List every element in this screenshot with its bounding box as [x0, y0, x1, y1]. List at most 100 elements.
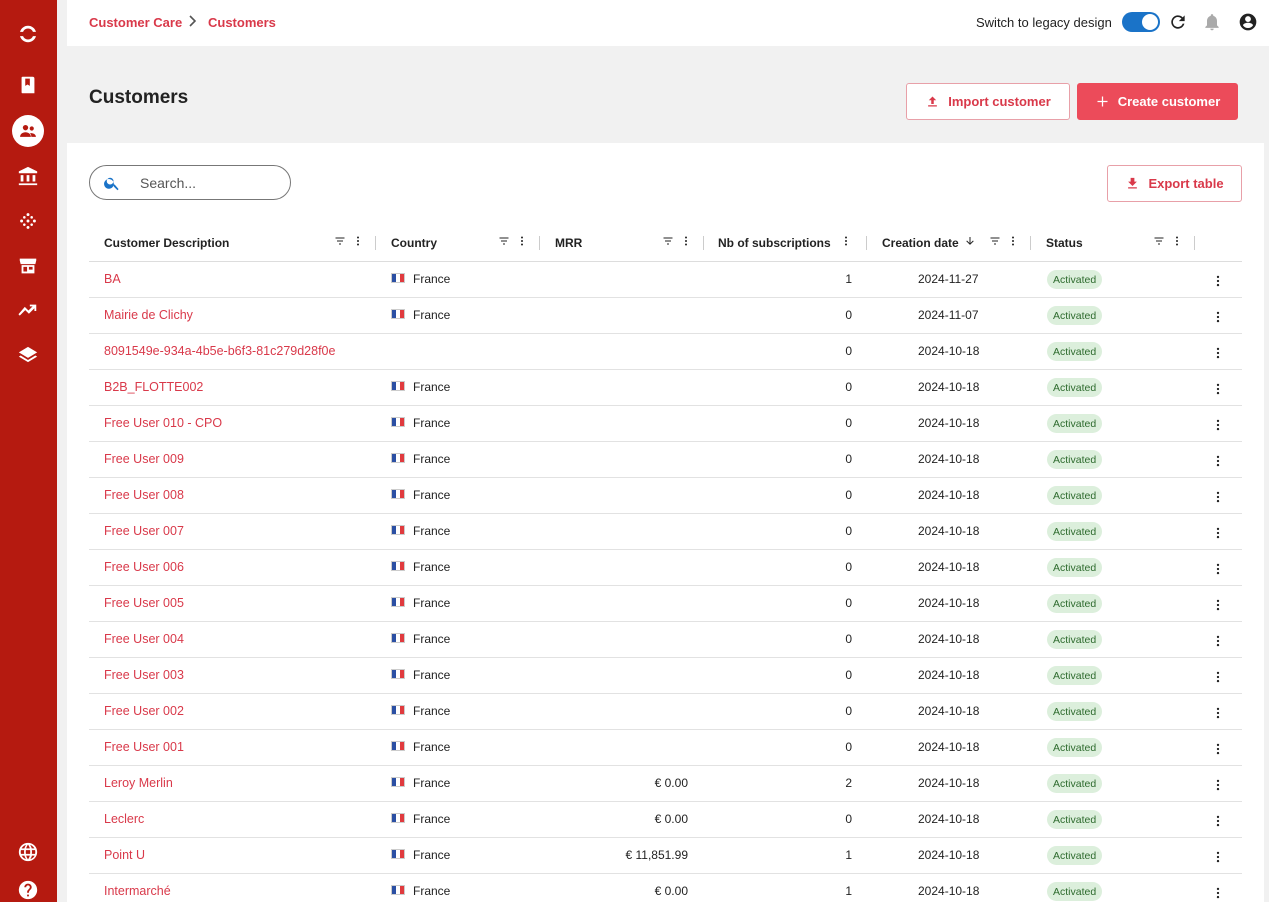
breadcrumb-customers[interactable]: Customers	[208, 15, 276, 30]
row-menu-button[interactable]	[1209, 344, 1227, 362]
customer-name-link[interactable]: Intermarché	[104, 884, 171, 898]
bell-icon[interactable]	[1201, 11, 1223, 33]
column-resize-handle[interactable]	[1194, 236, 1195, 250]
customer-name-link[interactable]: Leclerc	[104, 812, 144, 826]
column-header-mrr[interactable]: MRR	[555, 236, 582, 250]
row-menu-button[interactable]	[1209, 272, 1227, 290]
column-header-customer-description[interactable]: Customer Description	[104, 236, 229, 250]
column-resize-handle[interactable]	[866, 236, 867, 250]
import-customer-button[interactable]: Import customer	[906, 83, 1070, 120]
column-header-creation-date[interactable]: Creation date	[882, 236, 959, 250]
search-box[interactable]	[89, 165, 291, 200]
table-row[interactable]: Free User 009 France 0 2024-10-18 Activa…	[89, 442, 1242, 478]
row-menu-button[interactable]	[1209, 380, 1227, 398]
dots-grid-icon[interactable]	[14, 207, 42, 235]
row-menu-button[interactable]	[1209, 416, 1227, 434]
logo-icon[interactable]	[14, 20, 42, 48]
row-menu-button[interactable]	[1209, 740, 1227, 758]
row-menu-button[interactable]	[1209, 488, 1227, 506]
book-icon[interactable]	[14, 71, 42, 99]
row-menu-button[interactable]	[1209, 308, 1227, 326]
table-row[interactable]: Intermarché France € 0.00 1 2024-10-18 A…	[89, 874, 1242, 902]
bank-icon[interactable]	[14, 162, 42, 190]
filter-icon[interactable]	[498, 235, 510, 247]
globe-icon[interactable]	[14, 838, 42, 866]
column-header-subscriptions[interactable]: Nb of subscriptions	[718, 236, 831, 250]
more-vert-icon[interactable]	[352, 235, 364, 247]
row-menu-button[interactable]	[1209, 524, 1227, 542]
column-header-status[interactable]: Status	[1046, 236, 1083, 250]
store-icon[interactable]	[14, 252, 42, 280]
row-menu-button[interactable]	[1209, 452, 1227, 470]
row-menu-button[interactable]	[1209, 668, 1227, 686]
table-row[interactable]: Free User 007 France 0 2024-10-18 Activa…	[89, 514, 1242, 550]
more-vert-icon[interactable]	[1007, 235, 1019, 247]
row-menu-button[interactable]	[1209, 884, 1227, 902]
customer-name-link[interactable]: Free User 003	[104, 668, 184, 682]
table-row[interactable]: Free User 004 France 0 2024-10-18 Activa…	[89, 622, 1242, 658]
more-vert-icon[interactable]	[516, 235, 528, 247]
customer-name-link[interactable]: B2B_FLOTTE002	[104, 380, 203, 394]
refresh-icon[interactable]	[1167, 11, 1189, 33]
row-menu-button[interactable]	[1209, 704, 1227, 722]
row-menu-button[interactable]	[1209, 812, 1227, 830]
row-menu-button[interactable]	[1209, 848, 1227, 866]
column-resize-handle[interactable]	[375, 236, 376, 250]
table-row[interactable]: Free User 003 France 0 2024-10-18 Activa…	[89, 658, 1242, 694]
table-row[interactable]: Point U France € 11,851.99 1 2024-10-18 …	[89, 838, 1242, 874]
table-row[interactable]: Leclerc France € 0.00 0 2024-10-18 Activ…	[89, 802, 1242, 838]
customer-name-link[interactable]: Free User 005	[104, 596, 184, 610]
layers-icon[interactable]	[14, 342, 42, 370]
table-row[interactable]: Free User 008 France 0 2024-10-18 Activa…	[89, 478, 1242, 514]
filter-icon[interactable]	[662, 235, 674, 247]
table-row[interactable]: Free User 005 France 0 2024-10-18 Activa…	[89, 586, 1242, 622]
table-row[interactable]: Free User 001 France 0 2024-10-18 Activa…	[89, 730, 1242, 766]
account-icon[interactable]	[1237, 11, 1259, 33]
column-header-country[interactable]: Country	[391, 236, 437, 250]
filter-icon[interactable]	[334, 235, 346, 247]
export-table-button[interactable]: Export table	[1107, 165, 1242, 202]
column-resize-handle[interactable]	[1030, 236, 1031, 250]
customer-name-link[interactable]: Free User 008	[104, 488, 184, 502]
customer-name-link[interactable]: Free User 010 - CPO	[104, 416, 222, 430]
help-icon[interactable]	[14, 876, 42, 902]
legacy-design-toggle[interactable]	[1122, 12, 1160, 32]
column-resize-handle[interactable]	[703, 236, 704, 250]
customer-name-link[interactable]: Free User 007	[104, 524, 184, 538]
column-resize-handle[interactable]	[539, 236, 540, 250]
customer-name-link[interactable]: BA	[104, 272, 121, 286]
customer-name-link[interactable]: Free User 009	[104, 452, 184, 466]
more-vert-icon[interactable]	[1171, 235, 1183, 247]
customer-name-link[interactable]: Mairie de Clichy	[104, 308, 193, 322]
table-row[interactable]: Free User 002 France 0 2024-10-18 Activa…	[89, 694, 1242, 730]
more-vert-icon[interactable]	[840, 235, 852, 247]
table-row[interactable]: Free User 006 France 0 2024-10-18 Activa…	[89, 550, 1242, 586]
table-row[interactable]: BA France 1 2024-11-27 Activated	[89, 262, 1242, 298]
row-menu-button[interactable]	[1209, 560, 1227, 578]
customer-name-link[interactable]: Free User 001	[104, 740, 184, 754]
breadcrumb-customer-care[interactable]: Customer Care	[89, 15, 182, 30]
table-row[interactable]: Mairie de Clichy France 0 2024-11-07 Act…	[89, 298, 1242, 334]
customer-name-link[interactable]: 8091549e-934a-4b5e-b6f3-81c279d28f0e	[104, 344, 335, 358]
customer-name-link[interactable]: Free User 004	[104, 632, 184, 646]
create-customer-button[interactable]: Create customer	[1077, 83, 1238, 120]
row-menu-button[interactable]	[1209, 596, 1227, 614]
customer-subscriptions: 0	[845, 416, 852, 430]
row-menu-button[interactable]	[1209, 632, 1227, 650]
row-menu-button[interactable]	[1209, 776, 1227, 794]
search-input[interactable]	[140, 173, 280, 193]
filter-icon[interactable]	[1153, 235, 1165, 247]
trending-up-icon[interactable]	[14, 297, 42, 325]
table-row[interactable]: B2B_FLOTTE002 France 0 2024-10-18 Activa…	[89, 370, 1242, 406]
arrow-down-icon[interactable]	[964, 235, 976, 247]
table-row[interactable]: 8091549e-934a-4b5e-b6f3-81c279d28f0e 0 2…	[89, 334, 1242, 370]
customers-icon[interactable]	[12, 115, 44, 147]
table-row[interactable]: Free User 010 - CPO France 0 2024-10-18 …	[89, 406, 1242, 442]
customer-name-link[interactable]: Free User 006	[104, 560, 184, 574]
filter-icon[interactable]	[989, 235, 1001, 247]
customer-name-link[interactable]: Leroy Merlin	[104, 776, 173, 790]
table-row[interactable]: Leroy Merlin France € 0.00 2 2024-10-18 …	[89, 766, 1242, 802]
customer-name-link[interactable]: Point U	[104, 848, 145, 862]
customer-name-link[interactable]: Free User 002	[104, 704, 184, 718]
more-vert-icon[interactable]	[680, 235, 692, 247]
